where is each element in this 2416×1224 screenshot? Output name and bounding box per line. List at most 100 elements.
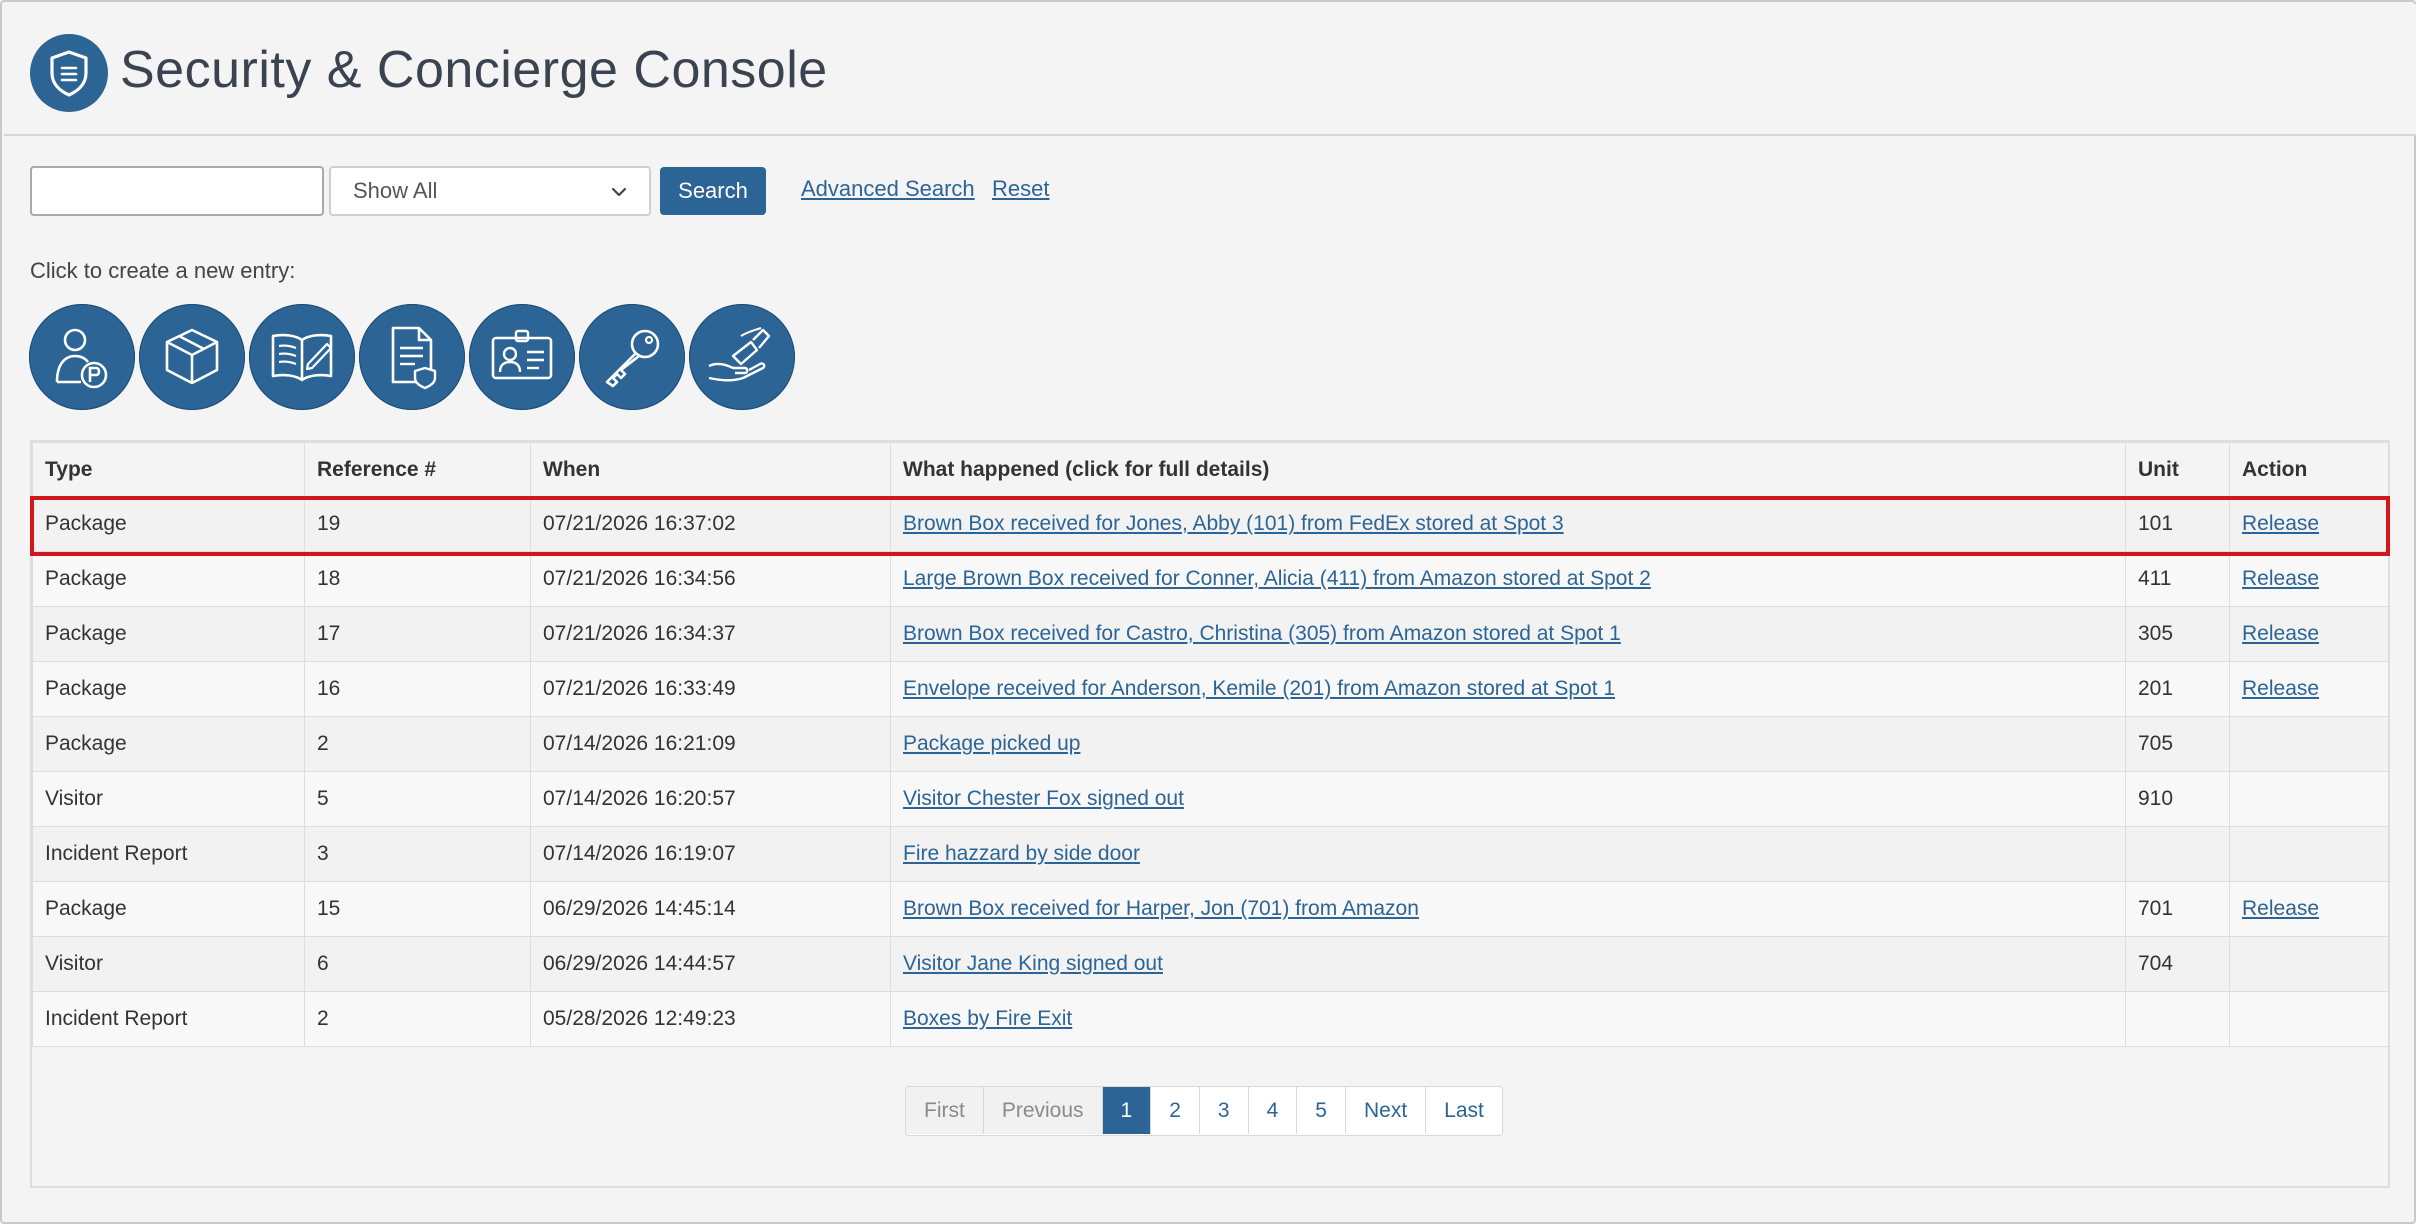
cell-what-happened: Brown Box received for Harper, Jon (701)…	[890, 881, 2126, 937]
cell-reference: 6	[304, 936, 531, 992]
page-next-button[interactable]: Next	[1345, 1087, 1427, 1134]
cell-unit: 411	[2125, 551, 2230, 607]
cell-when: 07/14/2026 16:19:07	[530, 826, 891, 882]
details-link[interactable]: Boxes by Fire Exit	[903, 1007, 1072, 1030]
page-header: Security & Concierge Console	[4, 4, 2416, 136]
cell-type: Package	[32, 881, 305, 937]
cell-unit	[2125, 826, 2230, 882]
column-header-when: When	[530, 442, 891, 497]
new-key-log-button[interactable]	[579, 304, 685, 410]
cell-when: 05/28/2026 12:49:23	[530, 991, 891, 1047]
cell-reference: 18	[304, 551, 531, 607]
search-input[interactable]	[30, 166, 324, 216]
column-header-reference: Reference #	[304, 442, 531, 497]
cell-what-happened: Package picked up	[890, 716, 2126, 772]
cell-unit: 201	[2125, 661, 2230, 717]
release-link[interactable]: Release	[2242, 512, 2319, 535]
cell-when: 06/29/2026 14:44:57	[530, 936, 891, 992]
page-1-button[interactable]: 1	[1102, 1087, 1152, 1134]
entries-table: Type Reference # When What happened (cli…	[32, 442, 2389, 1047]
page-first-button[interactable]: First	[906, 1087, 984, 1134]
details-link[interactable]: Large Brown Box received for Conner, Ali…	[903, 567, 1651, 590]
cell-action	[2229, 716, 2389, 772]
search-button[interactable]: Search	[660, 167, 766, 215]
table-row: Package 2 07/14/2026 16:21:09 Package pi…	[32, 716, 2389, 772]
chevron-down-icon	[611, 178, 627, 204]
cell-what-happened: Envelope received for Anderson, Kemile (…	[890, 661, 2126, 717]
table-row: Visitor 5 07/14/2026 16:20:57 Visitor Ch…	[32, 771, 2389, 827]
table-row: Incident Report 3 07/14/2026 16:19:07 Fi…	[32, 826, 2389, 882]
type-filter-select[interactable]: Show All	[329, 166, 651, 216]
cell-type: Incident Report	[32, 991, 305, 1047]
key-icon	[605, 329, 660, 388]
cell-type: Package	[32, 551, 305, 607]
new-logbook-entry-button[interactable]	[249, 304, 355, 410]
cell-unit	[2125, 991, 2230, 1047]
details-link[interactable]: Envelope received for Anderson, Kemile (…	[903, 677, 1615, 700]
details-link[interactable]: Brown Box received for Harper, Jon (701)…	[903, 897, 1419, 920]
cell-when: 07/14/2026 16:21:09	[530, 716, 891, 772]
cell-action	[2229, 936, 2389, 992]
page-4-button[interactable]: 4	[1248, 1087, 1298, 1134]
cell-type: Package	[32, 496, 305, 552]
page-previous-button[interactable]: Previous	[983, 1087, 1103, 1134]
release-link[interactable]: Release	[2242, 677, 2319, 700]
release-link[interactable]: Release	[2242, 622, 2319, 645]
page-last-button[interactable]: Last	[1426, 1087, 1502, 1134]
new-handover-signoff-button[interactable]	[689, 304, 795, 410]
cell-type: Visitor	[32, 936, 305, 992]
cell-action	[2229, 771, 2389, 827]
new-package-button[interactable]	[139, 304, 245, 410]
details-link[interactable]: Visitor Jane King signed out	[903, 952, 1163, 975]
cell-action: Release	[2229, 551, 2389, 607]
release-link[interactable]: Release	[2242, 567, 2319, 590]
cell-type: Package	[32, 661, 305, 717]
filter-selected-value: Show All	[353, 178, 438, 203]
cell-reference: 19	[304, 496, 531, 552]
column-header-what-happened: What happened (click for full details)	[890, 442, 2126, 497]
table-row: Package 19 07/21/2026 16:37:02 Brown Box…	[32, 496, 2389, 552]
incident-report-icon	[391, 326, 437, 390]
page-title: Security & Concierge Console	[120, 41, 828, 99]
visitor-parking-icon	[55, 328, 108, 389]
page-3-button[interactable]: 3	[1199, 1087, 1249, 1134]
table-row: Package 16 07/21/2026 16:33:49 Envelope …	[32, 661, 2389, 717]
package-box-icon	[165, 328, 219, 385]
release-link[interactable]: Release	[2242, 897, 2319, 920]
cell-action: Release	[2229, 661, 2389, 717]
pagination: First Previous 1 2 3 4 5 Next Last	[905, 1086, 1503, 1136]
cell-unit: 705	[2125, 716, 2230, 772]
advanced-search-link[interactable]: Advanced Search	[801, 174, 975, 204]
cell-action: Release	[2229, 606, 2389, 662]
create-entry-label: Click to create a new entry:	[30, 258, 296, 283]
cell-reference: 15	[304, 881, 531, 937]
details-link[interactable]: Fire hazzard by side door	[903, 842, 1140, 865]
reset-link[interactable]: Reset	[992, 174, 1049, 204]
cell-reference: 2	[304, 991, 531, 1047]
cell-what-happened: Brown Box received for Jones, Abby (101)…	[890, 496, 2126, 552]
cell-what-happened: Visitor Chester Fox signed out	[890, 771, 2126, 827]
details-link[interactable]: Brown Box received for Castro, Christina…	[903, 622, 1621, 645]
column-header-action: Action	[2229, 442, 2389, 497]
cell-type: Package	[32, 716, 305, 772]
shield-icon	[30, 34, 108, 112]
new-id-badge-button[interactable]	[469, 304, 575, 410]
cell-what-happened: Visitor Jane King signed out	[890, 936, 2126, 992]
page-2-button[interactable]: 2	[1151, 1087, 1200, 1134]
cell-when: 07/21/2026 16:33:49	[530, 661, 891, 717]
cell-unit: 305	[2125, 606, 2230, 662]
cell-when: 07/21/2026 16:34:56	[530, 551, 891, 607]
details-link[interactable]: Visitor Chester Fox signed out	[903, 787, 1184, 810]
details-link[interactable]: Package picked up	[903, 732, 1080, 755]
cell-reference: 3	[304, 826, 531, 882]
new-incident-report-button[interactable]	[359, 304, 465, 410]
table-row: Incident Report 2 05/28/2026 12:49:23 Bo…	[32, 991, 2389, 1047]
column-header-type: Type	[32, 442, 305, 497]
details-link[interactable]: Brown Box received for Jones, Abby (101)…	[903, 512, 1564, 535]
column-header-unit: Unit	[2125, 442, 2230, 497]
page-5-button[interactable]: 5	[1297, 1087, 1346, 1134]
app-window: Security & Concierge Console Show All Se…	[0, 0, 2416, 1224]
cell-action: Release	[2229, 881, 2389, 937]
table-row: Package 18 07/21/2026 16:34:56 Large Bro…	[32, 551, 2389, 607]
new-visitor-parking-button[interactable]	[29, 304, 135, 410]
